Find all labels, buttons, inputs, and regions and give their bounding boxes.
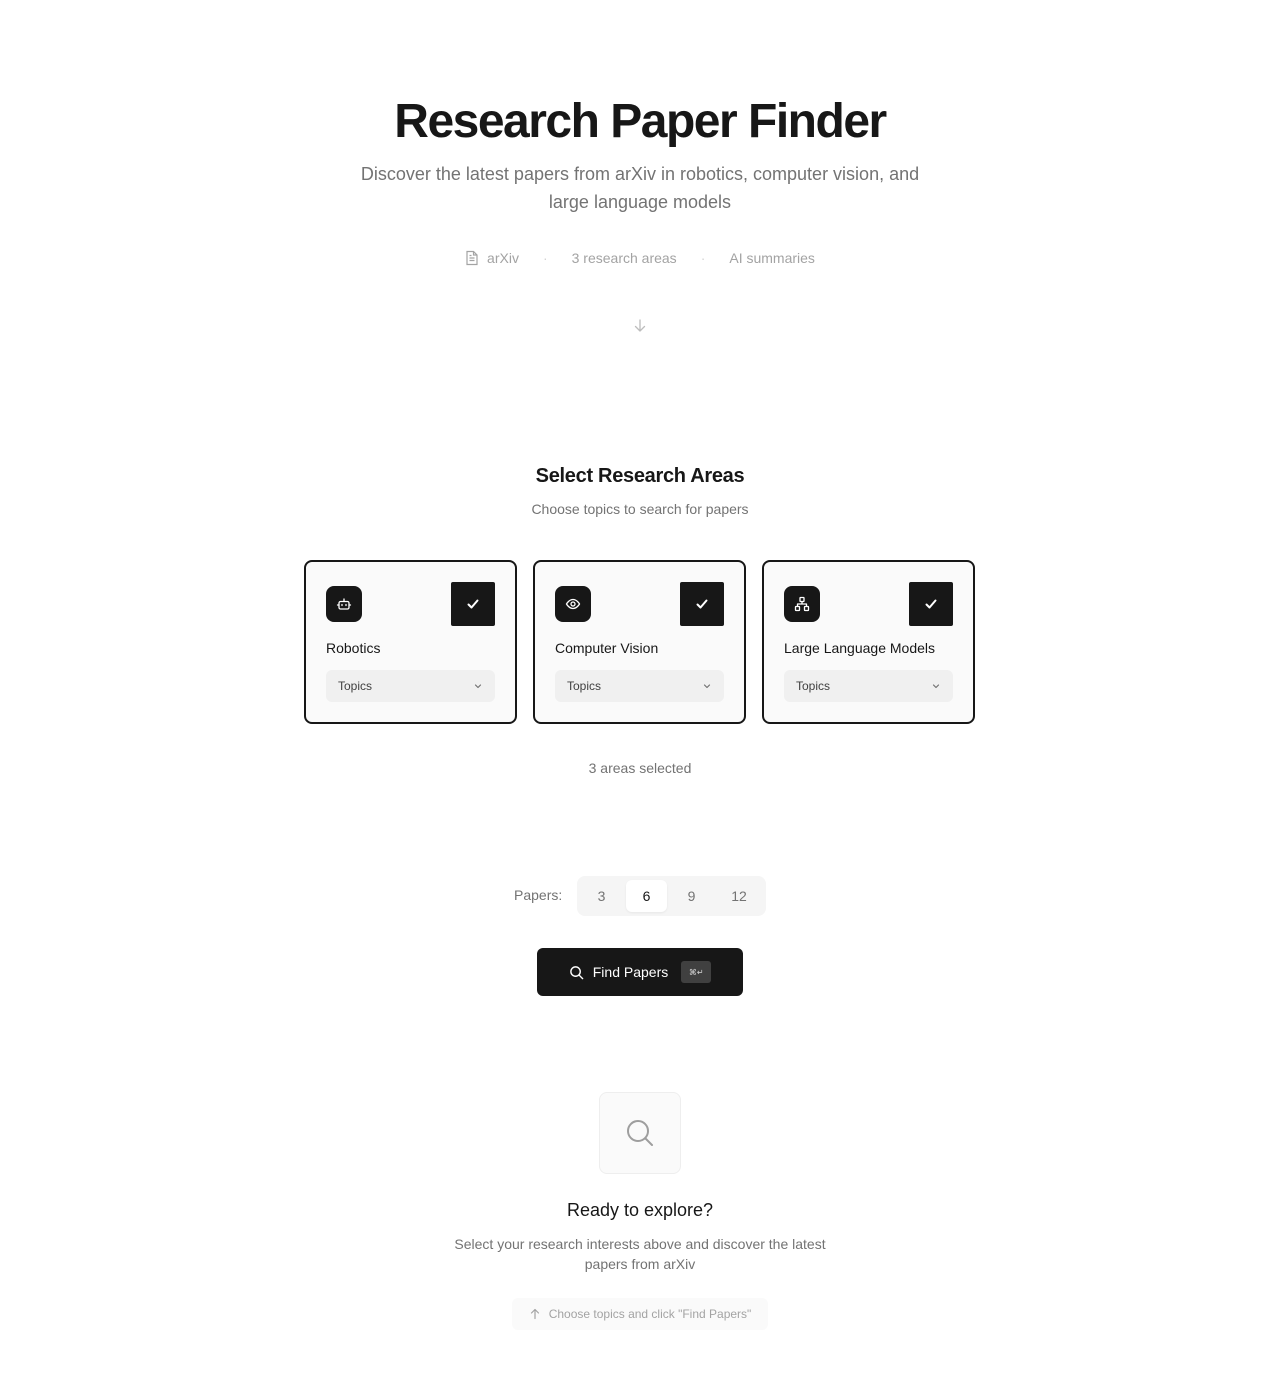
papers-label: Papers: <box>514 887 563 903</box>
empty-state-hint: Choose topics and click "Find Papers" <box>512 1298 768 1330</box>
checkbox-checked[interactable] <box>680 582 724 626</box>
eye-icon <box>555 586 591 622</box>
meta-row: arXiv · 3 research areas · AI summaries <box>0 248 1280 268</box>
meta-item-source: arXiv <box>465 250 519 266</box>
topics-dropdown[interactable]: Topics <box>784 670 953 702</box>
page-subtitle: Discover the latest papers from arXiv in… <box>360 164 920 212</box>
topics-dropdown-label: Topics <box>796 679 831 693</box>
document-icon <box>466 250 478 266</box>
page: Research Paper Finder Discover the lates… <box>0 0 1280 1394</box>
meta-label: arXiv <box>487 250 519 266</box>
search-icon <box>569 965 584 979</box>
arrow-up-icon <box>530 1308 539 1320</box>
meta-separator: · <box>542 250 548 266</box>
empty-state-icon <box>599 1092 681 1174</box>
papers-option-12[interactable]: 12 <box>716 880 762 912</box>
chevron-down-icon <box>932 684 940 689</box>
area-card-robotics[interactable]: Robotics Topics <box>304 560 517 724</box>
keyboard-shortcut: ⌘↵ <box>681 961 712 983</box>
topics-dropdown-label: Topics <box>338 679 373 693</box>
check-icon <box>925 599 937 609</box>
topics-dropdown-label: Topics <box>567 679 602 693</box>
check-icon <box>696 599 708 609</box>
topics-dropdown[interactable]: Topics <box>555 670 724 702</box>
meta-separator: · <box>700 250 706 266</box>
find-papers-button[interactable]: Find Papers ⌘↵ <box>537 948 743 996</box>
section-title: Select Research Areas <box>535 465 745 487</box>
robot-icon <box>326 586 362 622</box>
find-papers-label: Find Papers <box>592 964 669 980</box>
empty-state-title: Ready to explore? <box>566 1200 714 1220</box>
empty-state-description: Select your research interests above and… <box>454 1236 826 1272</box>
research-area-cards: Robotics Topics Computer Vision Topics L… <box>304 560 976 724</box>
checkbox-checked[interactable] <box>451 582 495 626</box>
checkbox-checked[interactable] <box>909 582 953 626</box>
arrow-down-icon[interactable] <box>632 318 648 334</box>
chevron-down-icon <box>474 684 482 689</box>
papers-option-6[interactable]: 6 <box>626 880 667 912</box>
area-card-llm[interactable]: Large Language Models Topics <box>762 560 975 724</box>
empty-state-hint-text: Choose topics and click "Find Papers" <box>548 1307 752 1321</box>
network-icon <box>784 586 820 622</box>
area-card-computer-vision[interactable]: Computer Vision Topics <box>533 560 746 724</box>
section-subtitle: Choose topics to search for papers <box>531 501 749 517</box>
chevron-down-icon <box>703 684 711 689</box>
area-card-label: Computer Vision <box>555 640 659 656</box>
area-card-label: Robotics <box>326 640 381 656</box>
meta-item-areas: 3 research areas <box>571 250 677 266</box>
papers-option-9[interactable]: 9 <box>671 880 712 912</box>
papers-option-3[interactable]: 3 <box>581 880 622 912</box>
page-title: Research Paper Finder <box>394 95 887 148</box>
papers-count-selector: 3 6 9 12 <box>577 876 766 916</box>
area-card-label: Large Language Models <box>784 640 936 656</box>
check-icon <box>467 599 479 609</box>
topics-dropdown[interactable]: Topics <box>326 670 495 702</box>
search-icon <box>627 1120 653 1146</box>
selected-count: 3 areas selected <box>588 760 692 776</box>
meta-item-summaries: AI summaries <box>729 250 815 266</box>
